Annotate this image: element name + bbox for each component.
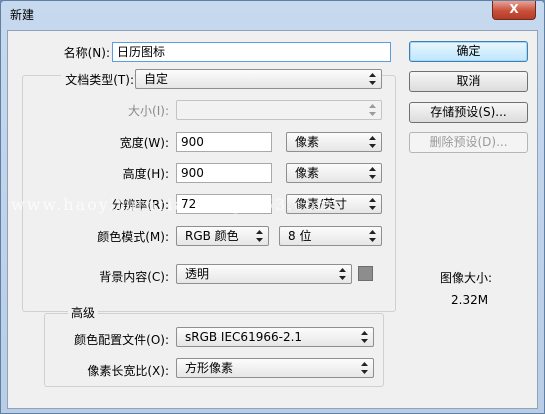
cancel-button[interactable]: 取消	[409, 71, 528, 92]
updown-arrow-icon	[369, 104, 376, 116]
height-unit-value: 像素	[295, 166, 320, 180]
color-mode-label: 颜色模式(M):	[97, 230, 169, 244]
new-document-dialog: 新建 X 名称(N): 日历图标 文档类型(T): 自定 大小(I): 宽度(W…	[0, 0, 545, 414]
preset-value: 自定	[144, 72, 169, 86]
pixel-aspect-select[interactable]: 方形像素	[176, 358, 374, 378]
updown-arrow-icon	[369, 167, 376, 179]
updown-arrow-icon	[369, 73, 376, 85]
color-profile-value: sRGB IEC61966-2.1	[185, 330, 303, 344]
preset-select[interactable]: 自定	[135, 69, 382, 89]
name-input[interactable]: 日历图标	[112, 42, 391, 62]
color-profile-label: 颜色配置文件(O):	[74, 333, 169, 347]
width-unit-value: 像素	[295, 135, 320, 149]
bit-depth-value: 8 位	[288, 229, 312, 243]
updown-arrow-icon	[339, 268, 346, 280]
height-label: 高度(H):	[122, 167, 169, 181]
color-mode-select[interactable]: RGB 颜色	[176, 226, 269, 246]
resolution-unit-select[interactable]: 像素/英寸	[286, 194, 382, 214]
pixel-aspect-label: 像素长宽比(X):	[87, 364, 169, 378]
resolution-input[interactable]: 72	[176, 194, 272, 214]
width-input[interactable]: 900	[176, 132, 272, 152]
resolution-unit-value: 像素/英寸	[295, 197, 348, 211]
updown-arrow-icon	[369, 136, 376, 148]
height-unit-select[interactable]: 像素	[286, 163, 382, 183]
bit-depth-select[interactable]: 8 位	[279, 226, 382, 246]
title-bar[interactable]: 新建 X	[1, 1, 544, 29]
pixel-aspect-value: 方形像素	[185, 361, 234, 375]
dialog-title: 新建	[10, 8, 35, 22]
dialog-body: 名称(N): 日历图标 文档类型(T): 自定 大小(I): 宽度(W): 90…	[7, 30, 538, 409]
ok-button[interactable]: 确定	[409, 41, 528, 62]
image-size-value: 2.32M	[451, 293, 489, 307]
close-button[interactable]: X	[492, 1, 536, 20]
delete-preset-button: 删除预设(D)...	[409, 132, 528, 153]
size-label: 大小(I):	[128, 104, 169, 118]
width-unit-select[interactable]: 像素	[286, 132, 382, 152]
size-select	[176, 100, 382, 120]
updown-arrow-icon	[256, 230, 263, 242]
background-color-swatch[interactable]	[358, 266, 373, 281]
updown-arrow-icon	[361, 362, 368, 374]
advanced-legend: 高级	[68, 304, 99, 321]
save-preset-button[interactable]: 存储预设(S)...	[409, 102, 528, 123]
color-profile-select[interactable]: sRGB IEC61966-2.1	[176, 327, 374, 347]
preset-label: 文档类型(T):	[61, 71, 134, 88]
name-label: 名称(N):	[63, 46, 110, 60]
updown-arrow-icon	[361, 331, 368, 343]
image-size-label: 图像大小:	[440, 271, 493, 285]
close-icon: X	[509, 2, 519, 16]
updown-arrow-icon	[369, 198, 376, 210]
updown-arrow-icon	[369, 230, 376, 242]
height-input[interactable]: 900	[176, 163, 272, 183]
background-select[interactable]: 透明	[176, 264, 352, 284]
color-mode-value: RGB 颜色	[185, 229, 239, 243]
background-label: 背景内容(C):	[99, 270, 169, 284]
background-value: 透明	[185, 267, 210, 281]
resolution-label: 分辨率(R):	[111, 198, 169, 212]
width-label: 宽度(W):	[119, 136, 169, 150]
